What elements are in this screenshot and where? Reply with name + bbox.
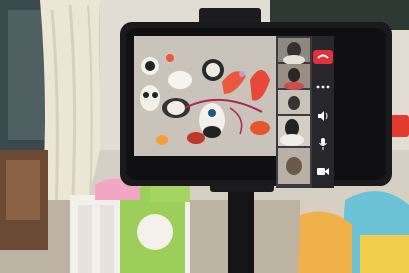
camera-icon: [317, 167, 329, 175]
scene: [0, 0, 409, 273]
speaker-button[interactable]: [310, 105, 336, 127]
camera-button[interactable]: [310, 160, 336, 182]
more-button[interactable]: [310, 76, 336, 98]
microphone-icon: [319, 138, 327, 150]
microphone-button[interactable]: [310, 133, 336, 155]
end-call-icon: [313, 50, 333, 64]
phone-screen: [134, 36, 334, 188]
end-call-button[interactable]: [310, 46, 336, 68]
speaker-icon: [318, 111, 328, 121]
more-icon: [316, 85, 330, 89]
